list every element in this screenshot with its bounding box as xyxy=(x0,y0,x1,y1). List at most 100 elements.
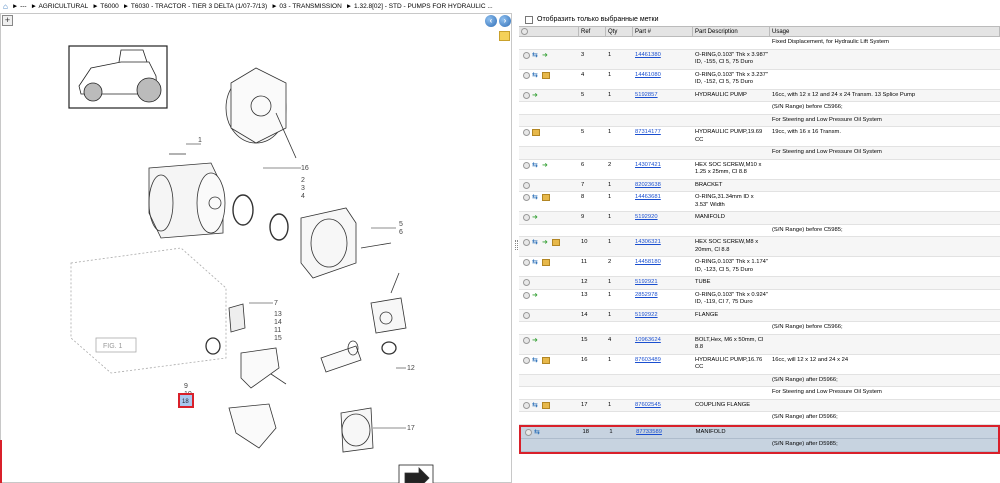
package-icon[interactable] xyxy=(552,239,560,246)
part-number-link[interactable]: 14461380 xyxy=(635,52,661,58)
info-icon[interactable] xyxy=(523,239,530,246)
show-selected-checkbox[interactable] xyxy=(525,15,533,24)
callout-1[interactable]: 1 xyxy=(198,137,202,144)
table-note-row[interactable]: For Steering and Low Pressure Oil System xyxy=(519,147,1000,160)
part-number-link[interactable]: 87603489 xyxy=(635,357,661,363)
table-row[interactable]: ➜ 5 1 5192857 HYDRAULIC PUMP 16cc, with 12 x … xyxy=(519,89,1000,102)
callout-7[interactable]: 7 xyxy=(274,300,278,307)
table-row[interactable]: 7 1 82023638 BRACKET xyxy=(519,179,1000,192)
part-number-link[interactable]: 5192920 xyxy=(635,214,658,220)
header-part-number[interactable]: Part # xyxy=(633,27,693,36)
header-description[interactable]: Part Description xyxy=(693,27,770,36)
part-number-link[interactable]: 5192921 xyxy=(635,279,658,285)
forward-arrow-icon[interactable]: ➜ xyxy=(532,92,540,99)
info-icon[interactable] xyxy=(523,214,530,221)
part-number-link[interactable]: 10963624 xyxy=(635,337,661,343)
part-number-link[interactable]: 14463681 xyxy=(635,194,661,200)
header-info-icon[interactable] xyxy=(521,28,528,35)
header-ref[interactable]: Ref xyxy=(579,27,606,36)
table-row[interactable]: ⇆ 11 2 14458180 O-RING,0.103" Thk x 1.174" I… xyxy=(519,257,1000,277)
package-icon[interactable] xyxy=(542,71,550,79)
table-note-row[interactable]: (S/N Range) before C5966; xyxy=(519,102,1000,115)
part-number-link[interactable]: 82023638 xyxy=(635,182,661,188)
swap-icon[interactable]: ⇆ xyxy=(532,162,540,169)
swap-icon[interactable]: ⇆ xyxy=(534,429,542,436)
swap-icon[interactable]: ⇆ xyxy=(532,402,540,409)
header-usage[interactable]: Usage xyxy=(770,27,1000,36)
swap-icon[interactable]: ⇆ xyxy=(532,72,540,79)
breadcrumb-item[interactable]: ► AGRICULTURAL xyxy=(31,3,89,10)
table-row[interactable]: ⇆ 8 1 14463681 O-RING,31.34mm ID x 3.53" Wid… xyxy=(519,192,1000,212)
info-icon[interactable] xyxy=(523,71,530,79)
table-row[interactable]: ⇆ ➜ 10 1 14306321 HEX SOC SCREW,M8 x 20mm, Cl… xyxy=(519,237,1000,257)
package-icon[interactable] xyxy=(532,129,540,136)
info-icon[interactable] xyxy=(523,181,530,189)
home-icon[interactable]: ⌂ xyxy=(3,2,8,11)
info-icon[interactable] xyxy=(523,194,530,201)
table-row-selected-note[interactable]: (S/N Range) after D5985; xyxy=(521,439,998,452)
callout-14[interactable]: 14 xyxy=(274,319,282,326)
part-number-link[interactable]: 87314177 xyxy=(635,129,661,135)
expand-icon[interactable]: + xyxy=(2,15,13,26)
callout-13[interactable]: 13 xyxy=(274,311,282,318)
table-note-row[interactable]: (S/N Range) before C5985; xyxy=(519,225,1000,237)
header-icons[interactable] xyxy=(519,27,579,36)
table-row[interactable]: ➜ 13 1 2852978 O-RING,0.103" Thk x 0.924" ID… xyxy=(519,290,1000,310)
part-number-link[interactable]: 14458180 xyxy=(635,259,661,265)
package-icon[interactable] xyxy=(542,401,550,409)
table-row[interactable]: ➜ 9 1 5192920 MANIFOLD xyxy=(519,212,1000,225)
part-number-link[interactable]: 14306321 xyxy=(635,239,661,245)
forward-arrow-icon[interactable]: ➜ xyxy=(532,292,540,299)
table-row[interactable]: ⇆ 4 1 14461080 O-RING,0.103" Thk x 3.237" ID… xyxy=(519,70,1000,90)
part-number-link[interactable]: 5192857 xyxy=(635,92,658,98)
callout-9[interactable]: 9 xyxy=(184,383,188,390)
info-icon[interactable] xyxy=(523,311,530,319)
info-icon[interactable] xyxy=(525,428,532,436)
pane-splitter[interactable] xyxy=(515,240,518,250)
swap-icon[interactable]: ⇆ xyxy=(532,357,540,364)
callout-17[interactable]: 17 xyxy=(407,425,415,432)
callout-16[interactable]: 16 xyxy=(301,165,309,172)
callout-5[interactable]: 5 xyxy=(399,221,403,228)
forward-arrow-icon[interactable]: ➜ xyxy=(542,239,550,246)
forward-arrow-icon[interactable]: ➜ xyxy=(542,162,550,169)
breadcrumb-item[interactable]: ► --- xyxy=(12,3,27,10)
table-note-row[interactable]: Fixed Displacement, for Hydraulic Lift S… xyxy=(519,37,1000,50)
previous-icon[interactable]: ‹ xyxy=(485,15,497,27)
swap-icon[interactable]: ⇆ xyxy=(532,239,540,246)
forward-arrow-icon[interactable]: ➜ xyxy=(532,337,540,344)
breadcrumb-item[interactable]: ► 1.32.8[02] - STD - PUMPS FOR HYDRAULIC… xyxy=(346,3,493,10)
table-row[interactable]: 12 1 5192921 TUBE xyxy=(519,277,1000,290)
breadcrumb-item[interactable]: ► T6030 - TRACTOR - TIER 3 DELTA (1/07-7… xyxy=(123,3,267,10)
part-number-link[interactable]: 14461080 xyxy=(635,72,661,78)
info-icon[interactable] xyxy=(523,129,530,136)
table-row[interactable]: 14 1 5192922 FLANGE xyxy=(519,309,1000,322)
table-row[interactable]: ⇆ 16 1 87603489 HYDRAULIC PUMP,16.76 CC 16cc,… xyxy=(519,355,1000,375)
table-row[interactable]: ⇆ ➜ 6 2 14307421 HEX SOC SCREW,M10 x 1.25 x 2… xyxy=(519,160,1000,180)
part-number-link[interactable]: 2852978 xyxy=(635,292,658,298)
info-icon[interactable] xyxy=(523,259,530,266)
info-icon[interactable] xyxy=(523,401,530,409)
part-number-link[interactable]: 5192922 xyxy=(635,312,658,318)
swap-icon[interactable]: ⇆ xyxy=(532,194,540,201)
header-qty[interactable]: Qty xyxy=(606,27,633,36)
breadcrumb-item[interactable]: ► 03 - TRANSMISSION xyxy=(271,3,342,10)
table-row[interactable]: ⇆ ➜ 3 1 14461380 O-RING,0.103" Thk x 3.987" I… xyxy=(519,49,1000,70)
part-number-link[interactable]: 87733589 xyxy=(636,429,662,435)
part-number-link[interactable]: 14307421 xyxy=(635,162,661,168)
next-icon[interactable]: › xyxy=(499,15,511,27)
table-note-row[interactable]: (S/N Range) before C5966; xyxy=(519,322,1000,335)
swap-icon[interactable]: ⇆ xyxy=(532,259,540,266)
breadcrumb-item[interactable]: ► T6000 xyxy=(92,3,119,10)
part-number-link[interactable]: 87602545 xyxy=(635,402,661,408)
table-note-row[interactable]: (S/N Range) after D5966; xyxy=(519,374,1000,387)
table-row-selected[interactable]: ⇆ 18 1 87733589 MANIFOLD xyxy=(521,426,998,439)
callout-6[interactable]: 6 xyxy=(399,229,403,236)
table-note-row[interactable]: (S/N Range) after D5966; xyxy=(519,412,1000,425)
table-row[interactable]: ➜ 15 4 10963624 BOLT,Hex, M6 x 50mm, Cl 8.8 xyxy=(519,334,1000,355)
table-row[interactable]: ⇆ 17 1 87602545 COUPLING FLANGE xyxy=(519,399,1000,412)
callout-12[interactable]: 12 xyxy=(407,365,415,372)
info-icon[interactable] xyxy=(523,161,530,169)
forward-arrow-icon[interactable]: ➜ xyxy=(532,214,540,221)
info-icon[interactable] xyxy=(523,91,530,99)
